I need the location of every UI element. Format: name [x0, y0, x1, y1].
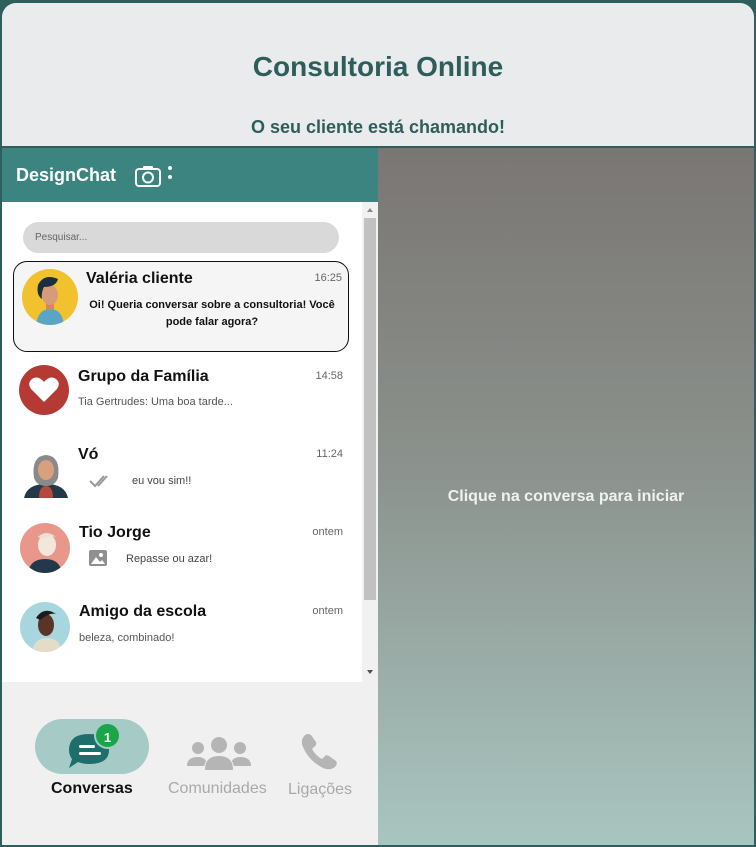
chat-preview: Repasse ou azar! — [126, 553, 213, 565]
brand-title: DesignChat — [16, 165, 117, 185]
nav-comunidades-label[interactable]: Comunidades — [168, 780, 267, 798]
chat-item-valeria[interactable]: Valéria cliente 16:25 Oi! Queria convers… — [13, 261, 349, 352]
empty-state-hint: Clique na conversa para iniciar — [447, 488, 685, 505]
avatar — [20, 523, 70, 573]
scroll-thumb[interactable] — [364, 218, 376, 600]
chat-name: Vó — [78, 446, 99, 463]
chat-name: Tio Jorge — [79, 524, 151, 541]
avatar — [21, 448, 71, 498]
phone-icon[interactable] — [299, 731, 339, 771]
chat-preview: beleza, combinado! — [79, 632, 175, 644]
chat-preview: eu vou sim!! — [132, 475, 192, 487]
search-input[interactable] — [23, 222, 339, 253]
chat-app: DesignChat Pesquisar... Valéria cliente … — [2, 146, 754, 845]
chat-list-scrollbar[interactable] — [362, 202, 378, 682]
avatar — [19, 365, 69, 415]
chat-time: ontem — [312, 605, 343, 617]
page-subtitle: O seu cliente está chamando! — [250, 117, 506, 137]
chat-time: ontem — [312, 526, 343, 538]
chat-item-grupo-familia[interactable]: Grupo da Família 14:58 Tia Gertrudes: Um… — [13, 362, 349, 432]
chat-preview: Tia Gertrudes: Uma boa tarde... — [78, 396, 233, 408]
communities-icon[interactable] — [186, 736, 252, 770]
image-icon — [89, 550, 107, 566]
heart-icon — [29, 377, 59, 402]
unread-badge: 1 — [94, 722, 121, 749]
double-check-icon — [89, 475, 108, 488]
page-title: Consultoria Online — [252, 51, 504, 82]
chat-item-vo[interactable]: Vó 11:24 eu vou sim!! — [13, 440, 349, 510]
bottom-nav: 1 Conversas Comunidades Ligações — [2, 682, 378, 845]
chat-name: Amigo da escola — [79, 603, 207, 620]
top-bar: DesignChat — [2, 148, 378, 202]
chat-list: Valéria cliente 16:25 Oi! Queria convers… — [2, 202, 378, 682]
chat-time: 16:25 — [314, 272, 342, 284]
app-frame: Consultoria Online O seu cliente está ch… — [2, 3, 754, 845]
chat-item-amigo-escola[interactable]: Amigo da escola ontem beleza, combinado! — [13, 597, 349, 667]
nav-conversas-label[interactable]: Conversas — [51, 780, 133, 798]
chat-sidebar: DesignChat Pesquisar... Valéria cliente … — [2, 148, 378, 845]
nav-ligacoes-label[interactable]: Ligações — [288, 781, 352, 799]
avatar — [22, 269, 78, 325]
chat-name: Grupo da Família — [78, 368, 209, 385]
chat-name: Valéria cliente — [86, 270, 193, 287]
chat-item-tio-jorge[interactable]: Tio Jorge ontem Repasse ou azar! — [13, 518, 349, 588]
avatar — [20, 602, 70, 652]
chat-time: 14:58 — [315, 370, 343, 382]
chat-preview: Oi! Queria conversar sobre a consultoria… — [89, 299, 335, 328]
scroll-down-arrow[interactable] — [367, 670, 373, 674]
camera-icon[interactable] — [135, 165, 161, 187]
more-options-icon[interactable] — [167, 165, 173, 183]
conversation-panel: Clique na conversa para iniciar — [378, 148, 754, 845]
scroll-up-arrow[interactable] — [367, 208, 373, 212]
chat-time: 11:24 — [316, 448, 343, 460]
